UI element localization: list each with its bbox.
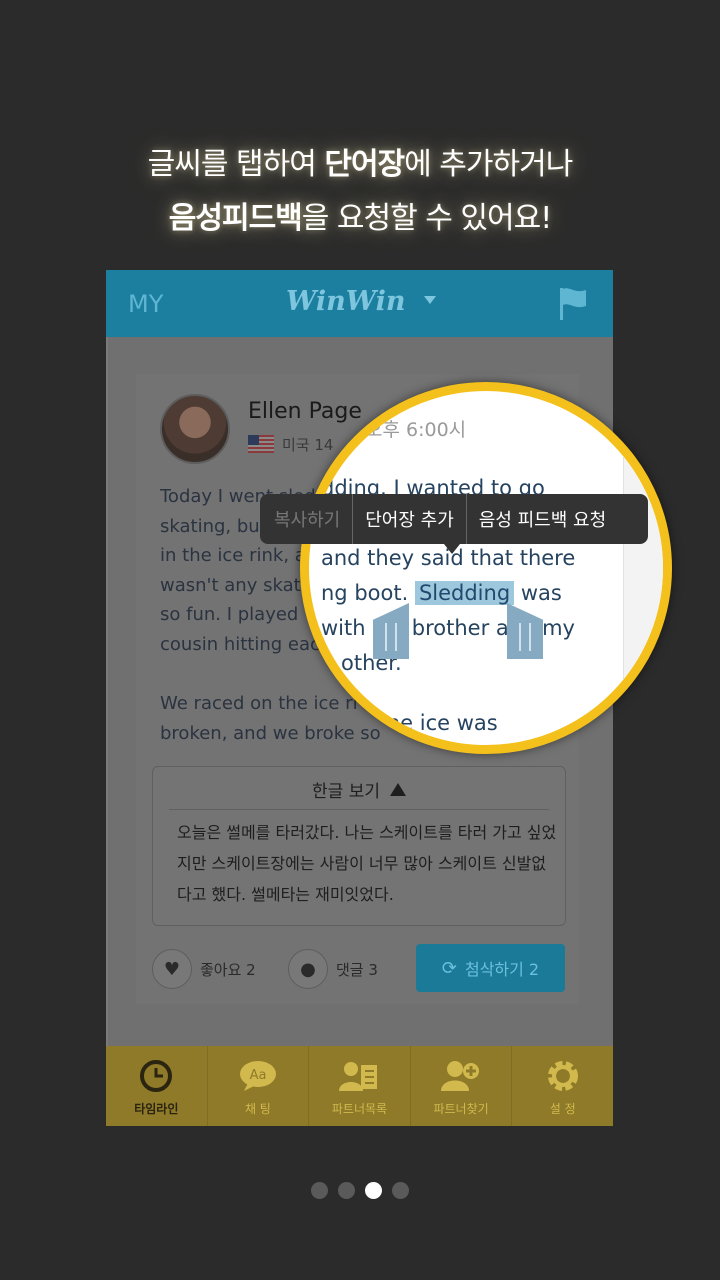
post-line: wasn't any skat — [160, 574, 301, 596]
heart-icon: ♥ — [152, 949, 192, 989]
voice-feedback-button[interactable]: 음성 피드백 요청 — [465, 494, 618, 544]
tab-settings[interactable]: 설 정 — [511, 1046, 613, 1126]
page-dot[interactable] — [338, 1182, 355, 1199]
add-to-vocabulary-button[interactable]: 단어장 추가 — [352, 494, 466, 544]
post-line: cousin hitting eac — [160, 633, 320, 655]
page-indicator — [0, 1182, 720, 1199]
korean-toggle[interactable]: 한글 보기 — [153, 777, 565, 802]
refresh-icon: ⟳ — [441, 957, 457, 979]
comment-button[interactable]: ● 댓글 3 — [288, 949, 378, 989]
tab-find-partner[interactable]: 파트너찾기 — [409, 1046, 512, 1126]
top-bar: MY WinWin — [106, 270, 613, 337]
triangle-up-icon — [389, 783, 406, 796]
post-time: 오후 6:00시 — [365, 419, 467, 441]
post-line: so fun. I played — [160, 604, 299, 625]
correction-button[interactable]: ⟳ 첨삭하기 2 — [416, 944, 565, 992]
gear-icon — [543, 1058, 583, 1094]
like-button[interactable]: ♥ 좋아요 2 — [152, 949, 256, 989]
clock-icon — [136, 1058, 176, 1094]
us-flag-icon — [248, 435, 274, 453]
flag-icon[interactable] — [558, 286, 588, 322]
headline: 글씨를 탭하여 단어장에 추가하거나 음성피드백을 요청할 수 있어요! — [0, 138, 720, 246]
bottom-tab-bar: 타임라인 Aa 채 팅 파트너목록 파트너찾기 설 정 — [106, 1046, 613, 1126]
page-dot-active[interactable] — [365, 1182, 382, 1199]
tab-partner-list[interactable]: 파트너목록 — [308, 1046, 410, 1126]
partner-list-icon — [339, 1058, 379, 1094]
tab-chat[interactable]: Aa 채 팅 — [206, 1046, 309, 1126]
headline-line-1: 글씨를 탭하여 단어장에 추가하거나 — [147, 147, 574, 182]
chat-icon: Aa — [238, 1058, 278, 1094]
selected-word[interactable]: Sledding — [414, 581, 515, 605]
page-dot[interactable] — [311, 1182, 328, 1199]
svg-text:Aa: Aa — [249, 1068, 266, 1083]
app-logo[interactable]: WinWin — [286, 286, 405, 317]
headline-line-2: 음성피드백을 요청할 수 있어요! — [168, 201, 552, 236]
avatar[interactable] — [160, 394, 230, 464]
magnifier-lens: 오후 6:00시 dding. I wanted to go and they … — [300, 382, 672, 754]
chevron-down-icon[interactable] — [424, 296, 436, 304]
add-partner-icon — [441, 1058, 481, 1094]
magnified-text-line: ld. Some ice was — [321, 711, 498, 735]
post-actions: ♥ 좋아요 2 ● 댓글 3 ⟳ 첨삭하기 2 — [152, 944, 566, 994]
text-selection-menu: 복사하기 단어장 추가 음성 피드백 요청 — [260, 494, 648, 554]
copy-button[interactable]: 복사하기 — [260, 494, 352, 544]
post-line: skating, bu — [160, 515, 260, 537]
my-button[interactable]: MY — [128, 290, 163, 318]
tab-timeline[interactable]: 타임라인 — [106, 1046, 207, 1126]
speech-bubble-icon: ● — [288, 949, 328, 989]
korean-text: 오늘은 썰메를 타러갔다. 나는 스케이트를 타러 가고 싶었지만 스케이트장에… — [177, 823, 557, 904]
korean-translation-box: 한글 보기 오늘은 썰메를 타러갔다. 나는 스케이트를 타러 가고 싶었지만 … — [152, 766, 566, 926]
page-dot[interactable] — [392, 1182, 409, 1199]
